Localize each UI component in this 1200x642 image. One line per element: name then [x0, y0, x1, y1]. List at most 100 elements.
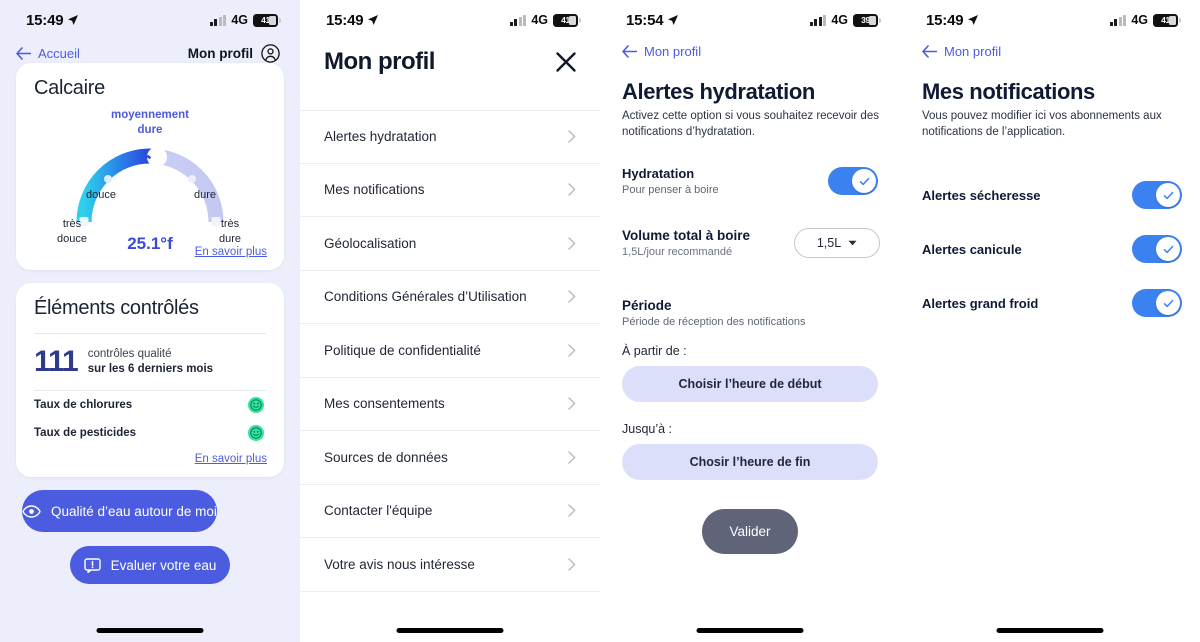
periode-desc: Période de réception des notifications [622, 316, 806, 328]
toggle-alertes-grand-froid[interactable] [1132, 289, 1182, 317]
volume-select[interactable]: 1,5L [794, 228, 880, 258]
controls-stat: 111 contrôles qualité sur les 6 derniers… [16, 334, 284, 390]
battery-icon: 41 [553, 13, 581, 27]
chevron-right-icon [568, 237, 576, 250]
eye-icon [22, 504, 41, 518]
calcaire-card: Calcaire moyennement dure douce dure trè… [16, 63, 284, 270]
notification-row-grand-froid: Alertes grand froid [900, 276, 1200, 330]
toggle-alertes-canicule[interactable] [1132, 235, 1182, 263]
battery-icon: 39 [853, 13, 881, 27]
back-label: Mon profil [944, 44, 1002, 59]
screen-accueil-qualite: 15:49 4G 41 Accueil Mon profil Calcaire … [0, 0, 300, 642]
gauge-headline: moyennement dure [16, 108, 284, 138]
location-arrow-icon [968, 15, 979, 25]
smiley-good-icon [248, 397, 264, 413]
back-to-profile-button[interactable]: Mon profil [922, 44, 1200, 59]
notification-label: Alertes canicule [922, 241, 1022, 257]
menu-item-label: Contacter l'équipe [324, 503, 433, 519]
menu-item-label: Mes notifications [324, 182, 425, 198]
toggle-alertes-secheresse[interactable] [1132, 181, 1182, 209]
menu-item-label: Mes consentements [324, 396, 445, 412]
validate-button[interactable]: Valider [702, 509, 798, 554]
choose-end-time-button[interactable]: Chosir l’heure de fin [622, 444, 878, 480]
gauge-headline-line2: dure [137, 124, 163, 136]
volume-name: Volume total à boire [622, 228, 751, 243]
toggle-knob [1156, 237, 1180, 261]
gauge-headline-line1: moyennement [111, 109, 189, 121]
menu-item-geolocalisation[interactable]: Géolocalisation [300, 217, 600, 271]
volume-setting-row: Volume total à boire 1,5L/jour recommand… [600, 228, 900, 258]
menu-item-votre-avis[interactable]: Votre avis nous intéresse [300, 538, 600, 592]
notification-row-secheresse: Alertes sécheresse [900, 168, 1200, 222]
check-icon [1163, 299, 1173, 307]
notification-label: Alertes grand froid [922, 295, 1039, 311]
screen-mes-notifications: 15:49 4G 41 Mon profil Mes notifications… [900, 0, 1200, 642]
toggle-knob [852, 169, 876, 193]
smiley-good-icon [248, 425, 264, 441]
chevron-right-icon [568, 397, 576, 410]
menu-item-contacter-equipe[interactable]: Contacter l'équipe [300, 485, 600, 538]
page-title: Alertes hydratation [622, 79, 815, 104]
menu-item-cgu[interactable]: Conditions Générales d’Utilisation [300, 271, 600, 324]
close-icon[interactable] [554, 50, 578, 74]
status-bar: 15:54 4G 39 [600, 0, 900, 34]
water-quality-around-me-button[interactable]: Qualité d’eau autour de moi [22, 490, 217, 532]
signal-bars-icon [209, 14, 227, 26]
status-time: 15:49 [926, 11, 964, 29]
to-label: Jusqu’à : [622, 422, 673, 436]
choose-start-time-button[interactable]: Choisir l’heure de début [622, 366, 878, 402]
menu-item-alertes-hydratation[interactable]: Alertes hydratation [300, 110, 600, 164]
status-right: 4G 41 [209, 13, 281, 27]
network-type: 4G [231, 13, 248, 27]
hydration-toggle[interactable] [828, 167, 878, 195]
status-time: 15:49 [26, 11, 64, 29]
home-indicator [996, 628, 1104, 633]
calcaire-title: Calcaire [34, 77, 105, 99]
page-header: Mon profil [300, 34, 600, 76]
menu-item-label: Conditions Générales d’Utilisation [324, 289, 527, 305]
arrow-left-icon [622, 45, 637, 58]
toggle-knob [1156, 291, 1180, 315]
gauge-label-douce: douce [86, 189, 116, 201]
arrow-left-icon [16, 47, 31, 60]
row-label: Taux de pesticides [34, 427, 137, 439]
hydration-setting-row: Hydratation Pour penser à boire [600, 166, 900, 196]
screenshot-strip: 15:49 4G 41 Accueil Mon profil Calcaire … [0, 0, 1200, 642]
profile-button[interactable]: Mon profil [188, 44, 280, 63]
home-indicator [96, 628, 204, 633]
status-right: 4G 39 [809, 13, 881, 27]
menu-item-label: Politique de confidentialité [324, 342, 481, 358]
battery-icon: 41 [1153, 13, 1181, 27]
row-label: Taux de chlorures [34, 399, 133, 411]
top-nav: Mon profil [600, 34, 900, 59]
back-label: Accueil [38, 46, 80, 61]
network-type: 4G [831, 13, 848, 27]
evaluer-button-label: Evaluer votre eau [110, 557, 217, 573]
volume-selected-value: 1,5L [816, 236, 842, 250]
status-left: 15:54 [626, 12, 679, 29]
back-to-accueil-button[interactable]: Accueil [16, 46, 80, 61]
menu-item-politique-confidentialite[interactable]: Politique de confidentialité [300, 324, 600, 378]
signal-bars-icon [1109, 14, 1127, 26]
quality-button-label: Qualité d’eau autour de moi [51, 503, 217, 519]
periode-title: Période [622, 298, 672, 313]
battery-icon: 41 [253, 13, 281, 27]
evaluate-water-button[interactable]: Evaluer votre eau [70, 546, 230, 584]
hydration-desc: Pour penser à boire [622, 184, 719, 196]
page-subtitle: Activez cette option si vous souhaitez r… [622, 110, 879, 138]
elements-learn-more-link[interactable]: En savoir plus [16, 447, 284, 477]
location-arrow-icon [668, 15, 679, 25]
back-to-profile-button[interactable]: Mon profil [622, 44, 900, 59]
chevron-right-icon [568, 344, 576, 357]
gauge-label-dure: dure [193, 189, 216, 201]
home-indicator [396, 628, 504, 633]
check-icon [859, 177, 869, 185]
gauge-tres-douce-l1: très [62, 218, 82, 230]
page-title: Mon profil [324, 48, 435, 75]
volume-desc: 1,5L/jour recommandé [622, 246, 733, 258]
controls-count: 111 [34, 345, 79, 378]
menu-item-sources-donnees[interactable]: Sources de données [300, 431, 600, 485]
menu-item-mes-consentements[interactable]: Mes consentements [300, 378, 600, 431]
menu-item-mes-notifications[interactable]: Mes notifications [300, 164, 600, 217]
chevron-right-icon [568, 504, 576, 517]
